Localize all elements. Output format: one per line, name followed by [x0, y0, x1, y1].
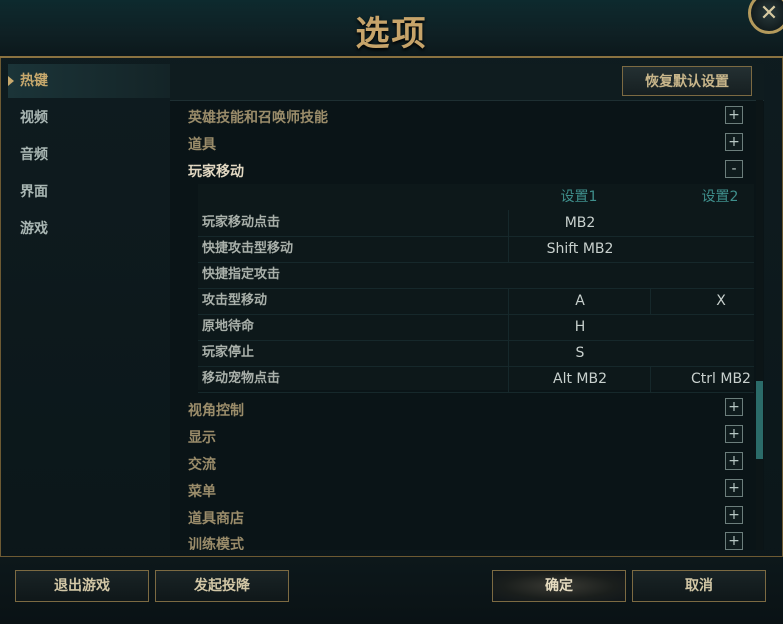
keybind-slot-1[interactable]: H: [508, 314, 651, 340]
expand-icon[interactable]: +: [725, 452, 743, 470]
table-row: 快捷攻击型移动 Shift MB2: [198, 236, 754, 263]
surrender-button[interactable]: 发起投降: [155, 570, 289, 602]
category-communication[interactable]: 交流: [188, 454, 216, 474]
movement-keybind-table: 设置1 设置2 玩家移动点击 MB2 快捷攻击型移动 Shift MB2 快捷指…: [198, 184, 754, 393]
table-row: 原地待命 H: [198, 314, 754, 341]
quit-game-button[interactable]: 退出游戏: [15, 570, 149, 602]
category-item-shop[interactable]: 道具商店: [188, 508, 244, 528]
expand-icon[interactable]: +: [725, 133, 743, 151]
hotkeys-panel: 恢复默认设置 英雄技能和召唤师技能 + 道具 + 玩家移动 - 设置1 设置2 …: [170, 64, 764, 550]
keybind-slot-1[interactable]: A: [508, 288, 651, 314]
column-header-setting1: 设置1: [560, 189, 598, 205]
panel-header: 恢复默认设置: [170, 64, 764, 101]
category-practice-mode[interactable]: 训练模式: [188, 534, 244, 550]
table-row: 快捷指定攻击: [198, 262, 754, 289]
category-player-movement[interactable]: 玩家移动: [188, 161, 244, 181]
restore-defaults-button[interactable]: 恢复默认设置: [622, 66, 752, 96]
row-label: 快捷指定攻击: [202, 267, 281, 282]
expand-icon[interactable]: +: [725, 425, 743, 443]
keybind-slot-2[interactable]: Ctrl MB2: [650, 366, 764, 392]
category-menu[interactable]: 菜单: [188, 481, 216, 501]
row-label: 攻击型移动: [202, 293, 268, 308]
category-display[interactable]: 显示: [188, 427, 216, 447]
sidebar: 热键 视频 音频 界面 游戏: [8, 64, 170, 249]
expand-icon[interactable]: +: [725, 479, 743, 497]
expand-icon[interactable]: +: [725, 532, 743, 550]
row-label: 玩家停止: [202, 345, 255, 360]
row-label: 原地待命: [202, 319, 255, 334]
row-label: 玩家移动点击: [202, 215, 281, 230]
scrollbar-track[interactable]: [756, 100, 763, 550]
sidebar-item-interface[interactable]: 界面: [8, 175, 170, 209]
keybind-slot-2[interactable]: X: [650, 288, 764, 314]
keybind-slot-1[interactable]: S: [508, 340, 651, 366]
sidebar-item-game[interactable]: 游戏: [8, 212, 170, 246]
expand-icon[interactable]: +: [725, 398, 743, 416]
keybind-slot-1[interactable]: MB2: [508, 210, 651, 236]
sidebar-item-audio[interactable]: 音频: [8, 138, 170, 172]
row-label: 移动宠物点击: [202, 371, 281, 386]
category-items[interactable]: 道具: [188, 134, 216, 154]
table-row: 攻击型移动 A X: [198, 288, 754, 315]
row-label: 快捷攻击型移动: [202, 241, 294, 256]
cancel-button[interactable]: 取消: [632, 570, 766, 602]
column-header-setting2: 设置2: [701, 189, 739, 205]
scrollbar-thumb[interactable]: [756, 381, 763, 459]
close-icon: ✕: [759, 1, 779, 26]
table-row: 移动宠物点击 Alt MB2 Ctrl MB2: [198, 366, 754, 393]
sidebar-item-video[interactable]: 视频: [8, 101, 170, 135]
sidebar-item-hotkeys[interactable]: 热键: [8, 64, 170, 98]
title-bar: 选项: [0, 0, 783, 58]
category-champion-abilities[interactable]: 英雄技能和召唤师技能: [188, 107, 328, 127]
ok-button[interactable]: 确定: [492, 570, 626, 602]
category-camera-control[interactable]: 视角控制: [188, 400, 244, 420]
window-title: 选项: [355, 14, 428, 54]
keybind-slot-1[interactable]: Alt MB2: [508, 366, 651, 392]
table-row: 玩家停止 S: [198, 340, 754, 367]
expand-icon[interactable]: +: [725, 106, 743, 124]
table-row: 玩家移动点击 MB2: [198, 210, 754, 237]
collapse-icon[interactable]: -: [725, 160, 743, 178]
keybind-slot-1[interactable]: Shift MB2: [508, 236, 651, 262]
expand-icon[interactable]: +: [725, 506, 743, 524]
